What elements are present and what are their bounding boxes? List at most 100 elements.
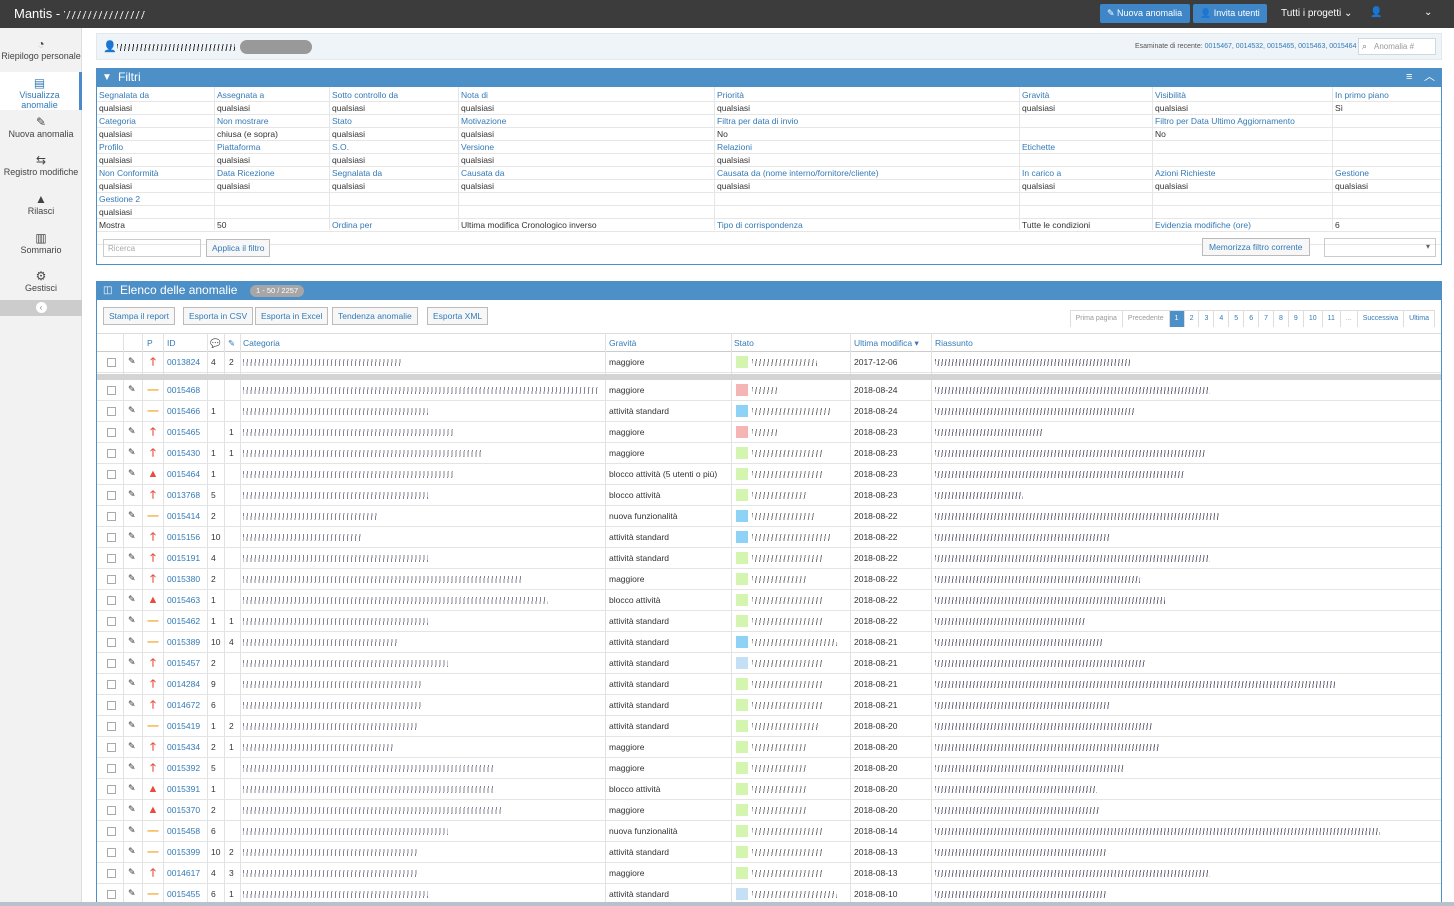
edit-icon[interactable]: ✎ <box>128 678 136 689</box>
summary-redacted[interactable] <box>935 408 1135 415</box>
summary-redacted[interactable] <box>935 765 1125 772</box>
edit-icon[interactable]: ✎ <box>128 615 136 626</box>
chevron-down-icon[interactable]: ⌄ <box>1424 7 1432 18</box>
filter-label[interactable]: Etichette <box>1022 142 1055 152</box>
summary-redacted[interactable] <box>935 513 1220 520</box>
row-checkbox[interactable] <box>107 596 116 605</box>
table-row[interactable]: ✎ — 0015399 10 2 attività standard 2018-08-13 <box>97 842 1441 863</box>
invite-users-button[interactable]: 👤 Invita utenti <box>1193 4 1267 23</box>
page-link[interactable]: 2 <box>1183 311 1199 327</box>
row-checkbox[interactable] <box>107 806 116 815</box>
page-link[interactable]: 4 <box>1213 311 1229 327</box>
filter-label[interactable]: Piattaforma <box>217 142 260 152</box>
issue-id-link[interactable]: 0015391 <box>167 784 200 794</box>
filter-label[interactable]: Filtra per data di invio <box>717 116 798 126</box>
sidebar-item-rilasci[interactable]: ▲ Rilasci <box>0 188 82 226</box>
edit-icon[interactable]: ✎ <box>128 657 136 668</box>
page-link[interactable]: 10 <box>1302 311 1322 327</box>
filter-label[interactable]: Gravità <box>1022 90 1049 100</box>
summary-redacted[interactable] <box>935 429 1043 436</box>
row-checkbox[interactable] <box>107 470 116 479</box>
table-row[interactable]: ✎ 🡑 0015392 5 maggiore 2018-08-20 <box>97 758 1441 779</box>
edit-icon[interactable]: ✎ <box>128 468 136 479</box>
filter-search-input[interactable]: Ricerca <box>103 239 201 257</box>
sidebar-item-gestisci[interactable]: ⚙ Gestisci <box>0 265 82 303</box>
row-checkbox[interactable] <box>107 617 116 626</box>
issue-id-link[interactable]: 0013768 <box>167 490 200 500</box>
edit-icon[interactable]: ✎ <box>128 573 136 584</box>
table-row[interactable]: ✎ — 0015466 1 attività standard 2018-08-24 <box>97 401 1441 422</box>
edit-icon[interactable]: ✎ <box>128 426 136 437</box>
table-row[interactable]: ✎ 🡑 0013768 5 blocco attività 2018-08-23 <box>97 485 1441 506</box>
app-title[interactable]: Mantis - <box>14 6 147 21</box>
edit-icon[interactable]: ✎ <box>128 720 136 731</box>
row-checkbox[interactable] <box>107 848 116 857</box>
table-row[interactable]: ✎ 🡑 0015430 1 1 maggiore 2018-08-23 <box>97 443 1441 464</box>
table-row[interactable]: ✎ — 0015458 6 nuova funzionalità 2018-08-14 <box>97 821 1441 842</box>
edit-icon[interactable]: ✎ <box>128 384 136 395</box>
filter-match-label[interactable]: Tipo di corrispondenza <box>717 220 803 230</box>
table-row[interactable]: ✎ 🡑 0015457 2 attività standard 2018-08-21 <box>97 653 1441 674</box>
table-row[interactable]: ✎ 🡑 0014284 9 attività standard 2018-08-21 <box>97 674 1441 695</box>
summary-redacted[interactable] <box>935 639 1103 646</box>
summary-redacted[interactable] <box>935 534 1110 541</box>
filter-label[interactable]: Non Conformità <box>99 168 159 178</box>
filter-label[interactable]: Gestione 2 <box>99 194 140 204</box>
edit-icon[interactable]: ✎ <box>128 552 136 563</box>
page-link[interactable]: 3 <box>1198 311 1214 327</box>
summary-redacted[interactable] <box>935 618 1085 625</box>
filter-label[interactable]: Azioni Richieste <box>1155 168 1215 178</box>
summary-redacted[interactable] <box>935 471 1185 478</box>
row-checkbox[interactable] <box>107 358 116 367</box>
horizontal-scrollbar[interactable] <box>0 902 1454 906</box>
edit-icon[interactable]: ✎ <box>128 510 136 521</box>
page-link[interactable]: 5 <box>1228 311 1244 327</box>
recently-visited-links[interactable]: 0015467, 0014532, 0015465, 0015463, 0015… <box>1205 43 1357 50</box>
page-link[interactable]: 1 <box>1168 311 1184 327</box>
filter-label[interactable]: In carico a <box>1022 168 1061 178</box>
summary-redacted[interactable] <box>935 807 1100 814</box>
sidebar-item-sommario[interactable]: ▥ Sommario <box>0 227 82 265</box>
filter-label[interactable]: Versione <box>461 142 494 152</box>
row-checkbox[interactable] <box>107 449 116 458</box>
summary-redacted[interactable] <box>935 702 1110 709</box>
edit-icon[interactable]: ✎ <box>128 741 136 752</box>
column-category[interactable]: Categoria <box>243 338 280 348</box>
column-status[interactable]: Stato <box>734 338 754 348</box>
edit-icon[interactable]: ✎ <box>128 762 136 773</box>
edit-icon[interactable]: ✎ <box>128 867 136 878</box>
edit-icon[interactable]: ✎ <box>128 594 136 605</box>
table-row[interactable]: ✎ 🡑 0015191 4 attività standard 2018-08-22 <box>97 548 1441 569</box>
save-filter-button[interactable]: Memorizza filtro corrente <box>1202 238 1310 256</box>
sidebar-collapse[interactable]: ‹ <box>0 300 82 316</box>
comment-icon[interactable]: 💬 <box>210 338 221 349</box>
chevron-up-icon[interactable]: ︿ <box>1424 68 1435 87</box>
project-selector[interactable]: Tutti i progetti ⌄ <box>1281 8 1352 19</box>
summary-redacted[interactable] <box>935 555 1210 562</box>
page-link[interactable]: 6 <box>1243 311 1259 327</box>
issue-id-link[interactable]: 0015463 <box>167 595 200 605</box>
summary-redacted[interactable] <box>935 891 1107 898</box>
column-id[interactable]: ID <box>167 338 176 348</box>
edit-icon[interactable]: ✎ <box>128 846 136 857</box>
table-row[interactable]: ✎ — 0015414 2 nuova funzionalità 2018-08-22 <box>97 506 1441 527</box>
row-checkbox[interactable] <box>107 701 116 710</box>
edit-icon[interactable]: ✎ <box>128 699 136 710</box>
filter-label[interactable]: Visibilità <box>1155 90 1186 100</box>
issue-id-link[interactable]: 0015419 <box>167 721 200 731</box>
filter-label[interactable]: Non mostrare <box>217 116 269 126</box>
summary-redacted[interactable] <box>935 744 1160 751</box>
issue-id-link[interactable]: 0014284 <box>167 679 200 689</box>
filter-label[interactable]: S.O. <box>332 142 349 152</box>
filter-label[interactable]: Assegnata a <box>217 90 264 100</box>
row-checkbox[interactable] <box>107 638 116 647</box>
summary-redacted[interactable] <box>935 359 1130 366</box>
issue-id-link[interactable]: 0015455 <box>167 889 200 899</box>
summary-redacted[interactable] <box>935 576 1140 583</box>
issue-id-link[interactable]: 0015430 <box>167 448 200 458</box>
table-row[interactable]: ✎ — 0015462 1 1 attività standard 2018-08-22 <box>97 611 1441 632</box>
filter-label[interactable]: Segnalata da <box>99 90 149 100</box>
column-priority[interactable]: P <box>147 338 153 348</box>
issue-id-link[interactable]: 0015465 <box>167 427 200 437</box>
row-checkbox[interactable] <box>107 722 116 731</box>
